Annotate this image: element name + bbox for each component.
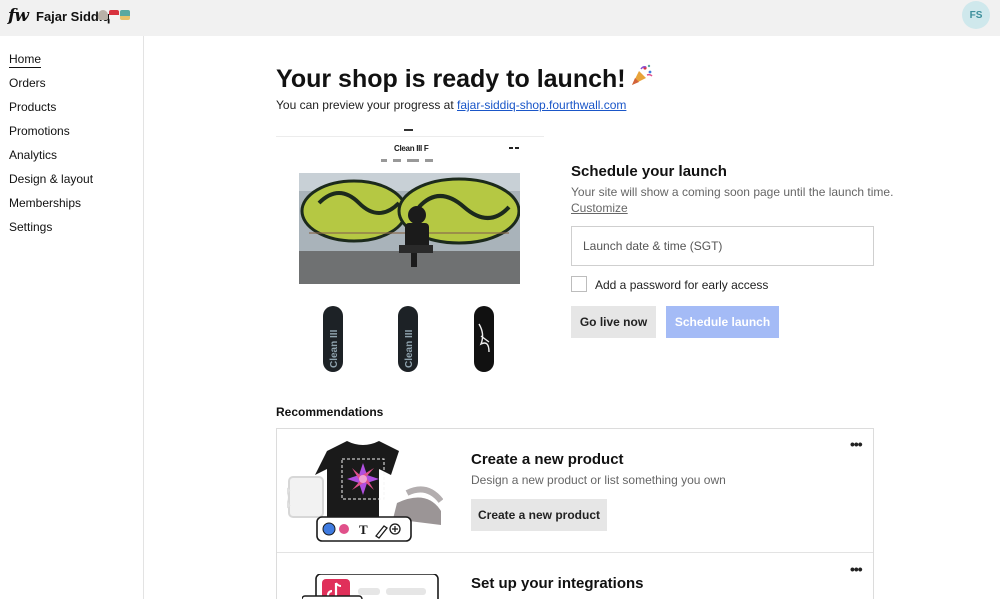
sidebar-item-orders[interactable]: Orders: [9, 76, 46, 90]
recommendations-heading: Recommendations: [276, 405, 384, 419]
rec-create-product-description: Design a new product or list something y…: [471, 473, 726, 487]
preview-announcement-icon: [404, 129, 413, 131]
password-checkbox[interactable]: [571, 276, 587, 292]
page-subtitle: You can preview your progress at fajar-s…: [276, 98, 626, 112]
product-skateboard-1[interactable]: Clean III: [323, 306, 343, 372]
user-avatar[interactable]: FS: [962, 1, 990, 29]
island-emoji-icon: [120, 10, 130, 20]
schedule-launch-button[interactable]: Schedule launch: [666, 306, 779, 338]
integrations-illustration: [302, 574, 442, 599]
product-skateboard-2[interactable]: Clean III: [398, 306, 418, 372]
preview-brand-logo: Clean III F: [394, 144, 429, 153]
subtitle-text: You can preview your progress at: [276, 98, 454, 112]
preview-top-border: [276, 136, 544, 137]
product-skateboard-3[interactable]: [474, 306, 494, 372]
schedule-title: Schedule your launch: [571, 163, 727, 180]
sidebar-item-settings[interactable]: Settings: [9, 220, 52, 234]
page-title-text: Your shop is ready to launch!: [276, 65, 626, 93]
sidebar-item-memberships[interactable]: Memberships: [9, 196, 81, 210]
sidebar-item-home[interactable]: Home: [9, 52, 42, 68]
preview-hero-image: [299, 173, 520, 284]
party-popper-icon: [630, 63, 654, 94]
svg-text:T: T: [359, 522, 368, 537]
more-options-icon[interactable]: •••: [850, 436, 863, 452]
svg-text:Clean III: Clean III: [404, 329, 415, 368]
schedule-description: Your site will show a coming soon page u…: [571, 185, 894, 199]
sidebar: Home Orders Products Promotions Analytic…: [0, 36, 144, 599]
customize-link[interactable]: Customize: [571, 201, 628, 215]
more-options-icon[interactable]: •••: [850, 561, 863, 577]
recommendations-divider: [277, 552, 873, 553]
product-design-illustration: T: [283, 437, 444, 543]
preview-cart-icon: [509, 147, 519, 149]
password-checkbox-label[interactable]: Add a password for early access: [595, 278, 768, 292]
go-live-button[interactable]: Go live now: [571, 306, 656, 338]
create-product-button[interactable]: Create a new product: [471, 499, 607, 531]
flag-emoji-icon: [109, 10, 119, 20]
sidebar-item-products[interactable]: Products: [9, 100, 56, 114]
site-preview-link[interactable]: fajar-siddiq-shop.fourthwall.com: [457, 98, 626, 112]
sidebar-item-analytics[interactable]: Analytics: [9, 148, 57, 162]
launch-date-input[interactable]: [571, 226, 874, 266]
sidebar-item-design-layout[interactable]: Design & layout: [9, 172, 93, 186]
top-bar: fw Fajar Siddiq FS: [0, 0, 1000, 36]
store-emoji-icons: [98, 10, 130, 20]
person-emoji-icon: [98, 10, 108, 20]
svg-text:Clean III: Clean III: [329, 329, 340, 368]
sidebar-item-promotions[interactable]: Promotions: [9, 124, 70, 138]
fourthwall-logo[interactable]: fw: [8, 6, 29, 26]
preview-menu-bar: [381, 159, 433, 162]
page-title: Your shop is ready to launch!: [276, 63, 654, 94]
rec-integrations-title: Set up your integrations: [471, 575, 644, 592]
rec-create-product-title: Create a new product: [471, 451, 624, 468]
